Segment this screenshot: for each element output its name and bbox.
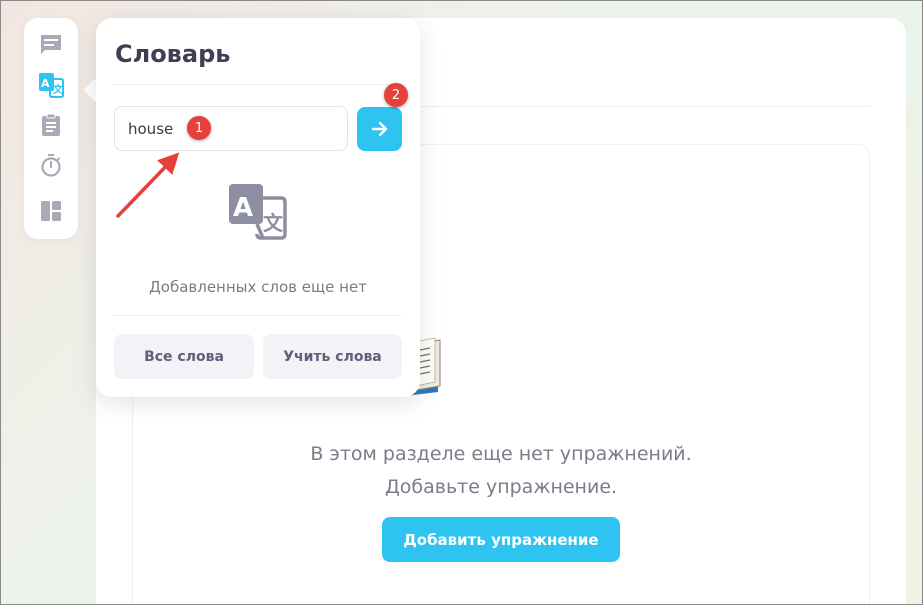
rail-item-translate[interactable]: A 文 — [38, 72, 64, 98]
rail-item-assignments[interactable] — [38, 112, 64, 138]
chat-icon — [41, 35, 61, 54]
clipboard-icon — [42, 113, 60, 136]
svg-text:A: A — [233, 193, 253, 223]
add-exercise-button[interactable]: Добавить упражнение — [382, 517, 620, 562]
rail-item-chat[interactable] — [38, 32, 64, 58]
empty-exercises-line1: В этом разделе еще нет упражнений. — [310, 443, 692, 465]
popup-divider-top — [114, 84, 402, 85]
empty-exercises-message: В этом разделе еще нет упражнений. Добав… — [96, 438, 906, 504]
annotation-arrow — [116, 152, 180, 218]
svg-text:文: 文 — [263, 211, 284, 235]
no-words-message: Добавленных слов еще нет — [149, 278, 367, 296]
dashboard-icon — [41, 201, 61, 221]
rail-item-dashboard[interactable] — [38, 198, 64, 224]
translate-icon: A 文 — [39, 73, 64, 98]
svg-text:A: A — [41, 77, 50, 90]
translate-icon: A 文 — [229, 184, 287, 240]
add-word-button[interactable] — [357, 107, 402, 151]
arrow-right-icon — [371, 121, 387, 137]
rail-item-timer[interactable] — [38, 152, 64, 178]
word-input[interactable] — [114, 106, 348, 151]
sidebar-rail: A 文 — [24, 18, 78, 239]
popup-divider-bottom — [114, 315, 402, 316]
annotation-badge-1: 1 — [187, 116, 211, 140]
annotation-badge-2: 2 — [384, 83, 408, 107]
svg-text:文: 文 — [53, 83, 64, 96]
all-words-button[interactable]: Все слова — [114, 334, 254, 379]
empty-exercises-line2: Добавьте упражнение. — [384, 476, 618, 498]
dictionary-title: Словарь — [115, 40, 231, 68]
learn-words-button[interactable]: Учить слова — [263, 334, 402, 379]
stopwatch-icon — [41, 154, 61, 177]
